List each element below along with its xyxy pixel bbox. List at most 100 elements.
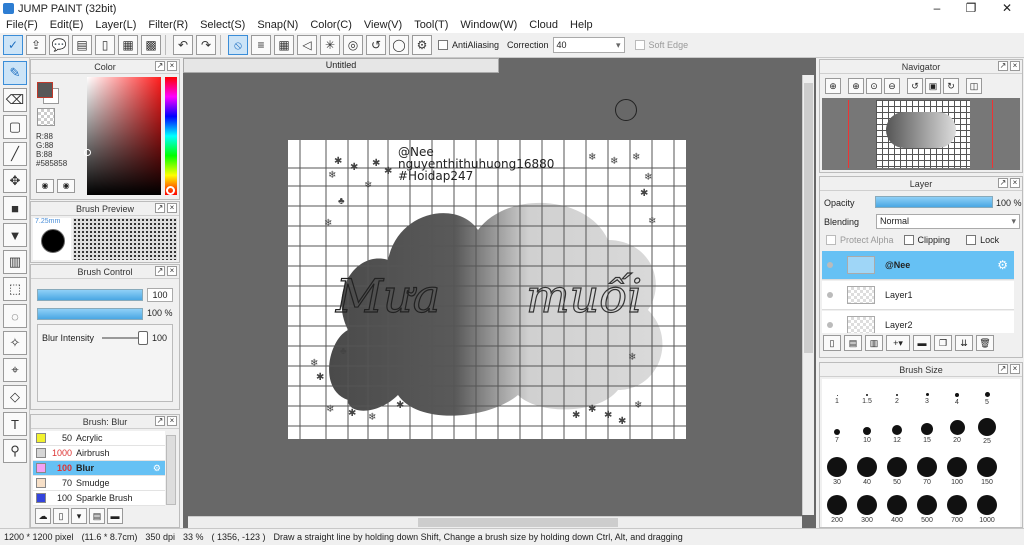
snap-off-icon[interactable]: ⦸ (228, 35, 248, 55)
close-panel-icon[interactable]: × (167, 203, 177, 213)
cloud-check-icon[interactable]: ✓ (3, 35, 23, 55)
canvas-area[interactable]: Untitled ✱✱❄✱✱❄♣❄ ✱❄♣❄✱❄✱ ✱ (183, 58, 816, 528)
document-icon[interactable]: ▯ (95, 35, 115, 55)
line-tool-icon[interactable]: ╱ (3, 142, 27, 166)
zoom-in-icon[interactable]: ⊕ (848, 78, 864, 94)
color-history-icon[interactable]: ◉ (36, 179, 54, 193)
canvas-horizontal-scrollbar[interactable] (188, 516, 802, 528)
layer-row-layer1[interactable]: Layer1 (822, 281, 1014, 310)
brush-size-150[interactable]: 150 (973, 457, 1001, 486)
select-rect-tool-icon[interactable]: ⬚ (3, 277, 27, 301)
zoom-actual-icon[interactable]: ⊙ (866, 78, 882, 94)
blur-intensity-thumb[interactable] (138, 331, 148, 345)
zoom-fit-icon[interactable]: ⊕ (825, 78, 841, 94)
gear-icon[interactable]: ⚙ (997, 258, 1008, 272)
brush-item-smudge[interactable]: 70 Smudge (33, 476, 165, 491)
vertical-scroll-thumb[interactable] (804, 83, 813, 353)
brush-size-400[interactable]: 400 (883, 495, 911, 524)
horizontal-scroll-thumb[interactable] (418, 518, 618, 527)
brush-size-7[interactable]: 7 (823, 429, 851, 444)
merge-layer-icon[interactable]: ⇊ (955, 335, 973, 351)
menu-color[interactable]: Color(C) (304, 19, 358, 31)
brush-folder-icon[interactable]: ▬ (107, 508, 123, 524)
minimize-button[interactable]: – (920, 0, 954, 17)
brush-size-1.5[interactable]: 1.5 (853, 394, 881, 405)
snap-grid-icon[interactable]: ▦ (274, 35, 294, 55)
close-panel-icon[interactable]: × (167, 416, 177, 426)
layer-visibility-icon[interactable] (827, 322, 833, 328)
undock-icon[interactable]: ↗ (155, 61, 165, 71)
export-icon[interactable]: ⇪ (26, 35, 46, 55)
brush-size-500[interactable]: 500 (913, 495, 941, 524)
menu-help[interactable]: Help (564, 19, 599, 31)
menu-select[interactable]: Select(S) (194, 19, 251, 31)
copy-layer-icon[interactable]: ❐ (934, 335, 952, 351)
hue-slider[interactable] (165, 77, 177, 195)
brush-size-5[interactable]: 5 (973, 392, 1001, 406)
flip-icon[interactable]: ◫ (966, 78, 982, 94)
transparent-color-swatch[interactable] (37, 108, 55, 126)
blending-select[interactable]: Normal ▾ (876, 214, 1020, 229)
brush-item-acrylic[interactable]: 50 Acrylic (33, 431, 165, 446)
menu-snap[interactable]: Snap(N) (251, 19, 304, 31)
brush-list-scrollbar[interactable] (166, 435, 176, 505)
brush-size-1[interactable]: 1 (823, 395, 851, 405)
canvas-vertical-scrollbar[interactable] (802, 75, 814, 515)
undock-icon[interactable]: ↗ (998, 178, 1008, 188)
magic-wand-tool-icon[interactable]: ✧ (3, 331, 27, 355)
gradient-tool-icon[interactable]: ▥ (3, 250, 27, 274)
navigator-preview[interactable] (822, 98, 1020, 170)
snap-concentric-icon[interactable]: ◎ (343, 35, 363, 55)
antialiasing-checkbox[interactable] (438, 40, 448, 50)
brush-size-50[interactable]: 50 (883, 457, 911, 486)
close-panel-icon[interactable]: × (1010, 178, 1020, 188)
undock-icon[interactable]: ↗ (155, 266, 165, 276)
brush-tool-icon[interactable]: ✎ (3, 61, 27, 85)
softedge-checkbox[interactable] (634, 40, 645, 50)
close-panel-icon[interactable]: × (1010, 364, 1020, 374)
zoom-out-icon[interactable]: ⊖ (884, 78, 900, 94)
document-tab[interactable]: Untitled (183, 58, 499, 73)
menu-edit[interactable]: Edit(E) (44, 19, 90, 31)
fill-rect-tool-icon[interactable]: ■ (3, 196, 27, 220)
close-panel-icon[interactable]: × (1010, 61, 1020, 71)
menu-layer[interactable]: Layer(L) (89, 19, 142, 31)
menu-cloud[interactable]: Cloud (523, 19, 564, 31)
color-picker-icon[interactable]: ◉ (57, 179, 76, 193)
brush-item-blur[interactable]: 100 Blur ⚙ (33, 461, 165, 476)
brush-cloud-icon[interactable]: ☁ (35, 508, 51, 524)
select-pen-tool-icon[interactable]: ⌖ (3, 358, 27, 382)
message-icon[interactable]: ▤ (72, 35, 92, 55)
undock-icon[interactable]: ↗ (998, 364, 1008, 374)
layer-visibility-icon[interactable] (827, 262, 833, 268)
brush-size-value[interactable]: 100 (147, 288, 173, 302)
snap-settings-icon[interactable]: ⚙ (412, 35, 432, 55)
brush-menu-icon[interactable]: ▾ (71, 508, 87, 524)
new-layer-icon[interactable]: ▯ (823, 335, 841, 351)
new-layer-8bit-icon[interactable]: ▤ (844, 335, 862, 351)
undock-icon[interactable]: ↗ (155, 416, 165, 426)
brush-size-25[interactable]: 25 (973, 418, 1001, 445)
brush-size-1000[interactable]: 1000 (973, 495, 1001, 524)
close-button[interactable]: ✕ (990, 0, 1024, 17)
new-layer-1bit-icon[interactable]: ▥ (865, 335, 883, 351)
brush-size-70[interactable]: 70 (913, 457, 941, 486)
protect-alpha-checkbox[interactable] (826, 235, 836, 245)
brush-size-12[interactable]: 12 (883, 425, 911, 444)
snap-circle-icon[interactable]: ◯ (389, 35, 409, 55)
layer-row-nee[interactable]: @Nee ⚙ (822, 251, 1014, 280)
undock-icon[interactable]: ↗ (998, 61, 1008, 71)
layer-visibility-icon[interactable] (827, 292, 833, 298)
snap-radial-icon[interactable]: ✳ (320, 35, 340, 55)
snap-vanishing-icon[interactable]: ◁ (297, 35, 317, 55)
correction-select[interactable]: 40 (552, 37, 625, 53)
bucket-tool-icon[interactable]: ▼ (3, 223, 27, 247)
layer-row-layer2[interactable]: Layer2 (822, 311, 1014, 333)
move-tool-icon[interactable]: ✥ (3, 169, 27, 193)
brush-settings-icon[interactable]: ▤ (89, 508, 105, 524)
layout-icon[interactable]: ▦ (118, 35, 138, 55)
menu-filter[interactable]: Filter(R) (142, 19, 194, 31)
brush-size-2[interactable]: 2 (883, 394, 911, 405)
menu-window[interactable]: Window(W) (454, 19, 523, 31)
menu-tool[interactable]: Tool(T) (408, 19, 454, 31)
